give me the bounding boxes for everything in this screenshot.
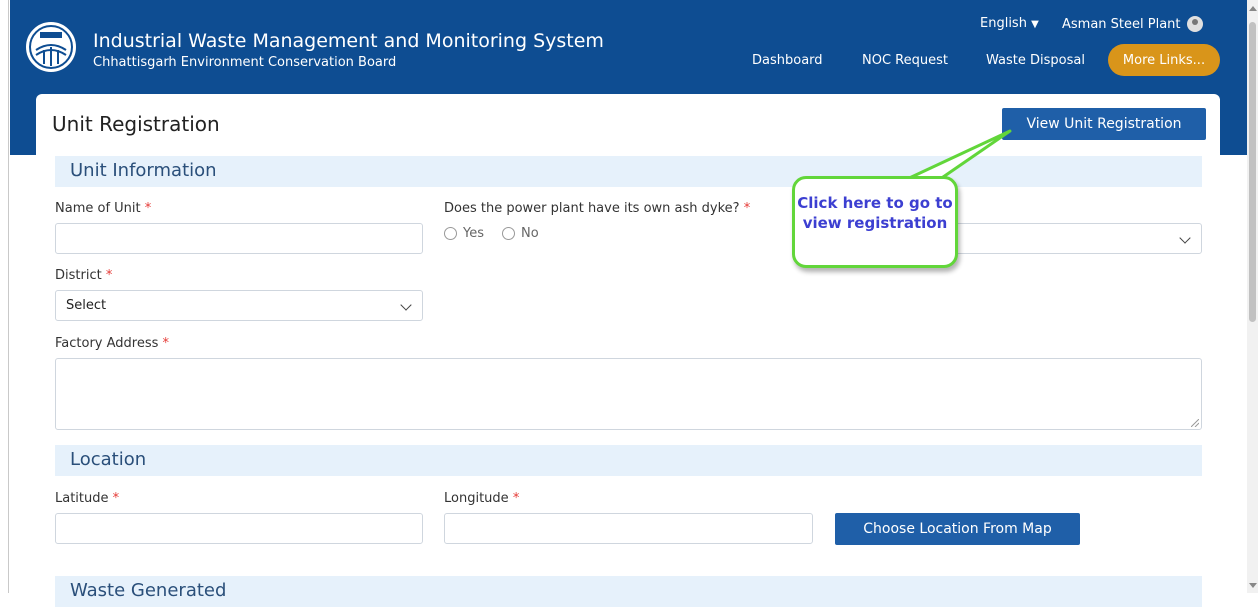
scroll-down-icon[interactable]: [1249, 583, 1257, 588]
scroll-up-icon[interactable]: [1249, 6, 1257, 11]
callout-text: Click here to go to view registration: [797, 194, 953, 232]
page: Industrial Waste Management and Monitori…: [0, 0, 1258, 614]
scrollbar-thumb[interactable]: [1249, 22, 1256, 322]
annotation-callout: Click here to go to view registration: [792, 176, 958, 268]
callout-pointer: [903, 129, 1012, 188]
scrollbar[interactable]: [1247, 0, 1258, 593]
